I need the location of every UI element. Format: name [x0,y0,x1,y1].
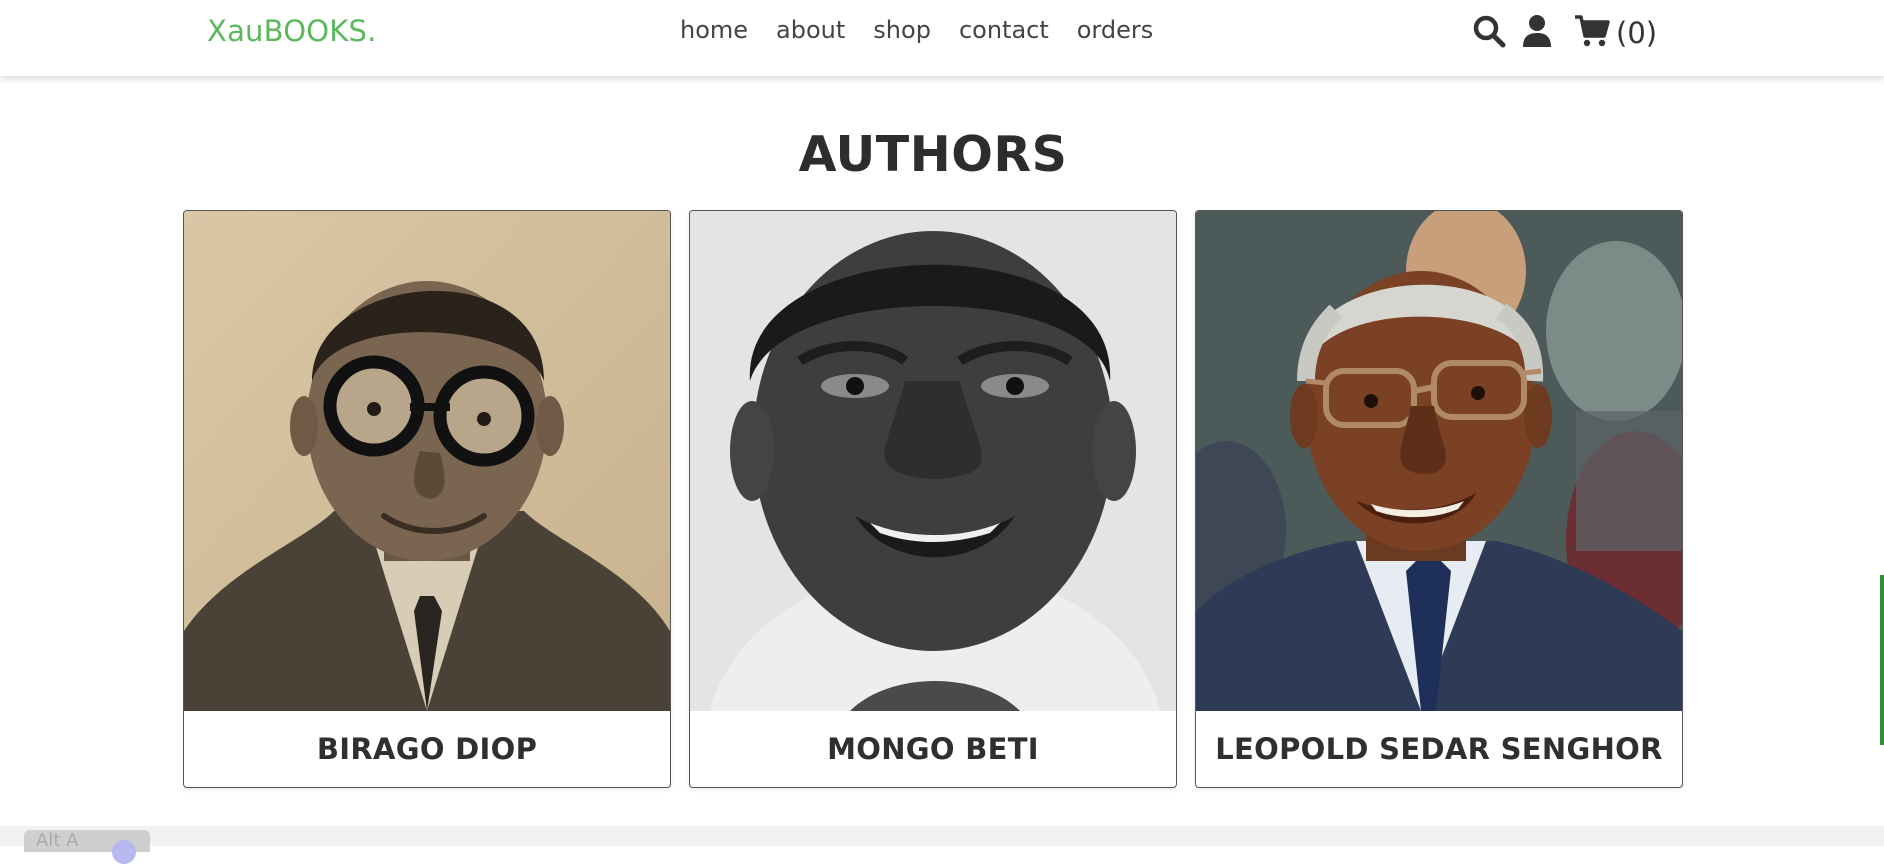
author-photo [690,211,1176,711]
author-card[interactable]: BIRAGO DIOP [183,210,671,788]
author-card[interactable]: MONGO BETI [689,210,1177,788]
site-header: XauBOOKS. home about shop contact orders [0,0,1884,76]
header-icons: (0) [1472,14,1657,52]
nav-orders[interactable]: orders [1077,16,1154,44]
author-name: BIRAGO DIOP [316,732,538,766]
site-logo[interactable]: XauBOOKS. [207,14,377,48]
cart-icon [1574,14,1610,52]
author-card[interactable]: LEOPOLD SEDAR SENGHOR [1195,210,1683,788]
author-photo [184,211,670,711]
nav-home[interactable]: home [680,16,748,44]
badge-dot-icon [112,840,136,864]
user-icon[interactable] [1522,14,1552,52]
cart-count: (0) [1616,16,1658,50]
author-name: LEOPOLD SEDAR SENGHOR [1215,732,1663,766]
search-icon[interactable] [1472,14,1506,52]
nav-contact[interactable]: contact [959,16,1049,44]
nav-shop[interactable]: shop [873,16,931,44]
nav-about[interactable]: about [776,16,845,44]
main-nav: home about shop contact orders [680,16,1181,44]
section-title: AUTHORS [798,126,1068,183]
author-photo [1196,211,1682,711]
scrollbar-marker[interactable] [1880,575,1884,745]
footer-strip [0,826,1884,846]
author-name: MONGO BETI [827,732,1039,766]
cart-button[interactable]: (0) [1574,14,1657,52]
